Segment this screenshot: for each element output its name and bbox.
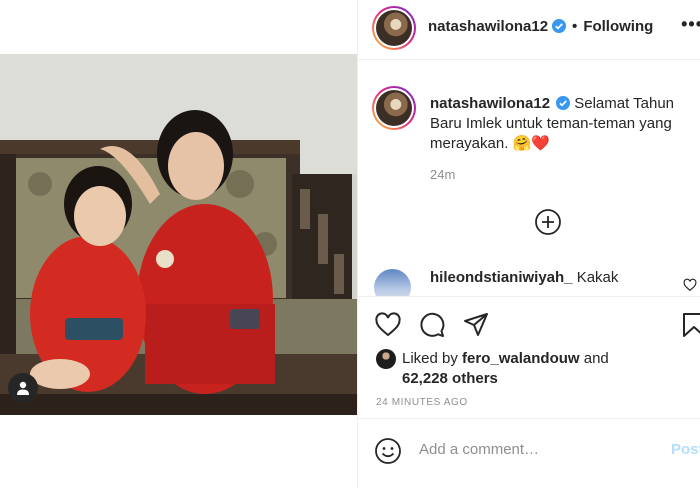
speech-bubble-icon[interactable] [418, 311, 446, 339]
user-tag-button[interactable] [8, 373, 38, 403]
side-panel-clip: natashawilona12 • Following ••• natashawil… [358, 0, 700, 488]
post-side-panel: natashawilona12 • Following ••• natashawil… [357, 0, 700, 488]
user-tag-icon [17, 381, 29, 395]
post-photo-image [0, 54, 357, 415]
author-line: natashawilona12 • Following [428, 18, 653, 35]
more-options-icon[interactable]: ••• [681, 14, 700, 35]
smiley-icon[interactable] [374, 437, 402, 465]
author-avatar[interactable] [372, 6, 416, 50]
comment-item: hileondstianiwiyah_ Kakak [358, 268, 700, 296]
plus-circle-icon[interactable] [534, 208, 562, 236]
likes-joiner: and [583, 350, 609, 367]
bookmark-icon[interactable] [680, 311, 700, 339]
comment-like-icon[interactable] [683, 278, 697, 292]
verified-badge-icon [552, 19, 567, 33]
comment-text-line: hileondstianiwiyah_ Kakak [430, 269, 618, 286]
caption-author-avatar[interactable] [372, 86, 416, 130]
post-comment-button[interactable]: Post [671, 441, 700, 458]
caption-age[interactable]: 24m [430, 167, 455, 182]
paper-plane-icon[interactable] [462, 311, 490, 339]
verified-badge-icon [556, 96, 571, 110]
likes-summary: Liked by fero_walandouw and 62,228 other… [402, 349, 609, 389]
likes-prefix: Liked by [402, 350, 458, 367]
likes-count[interactable]: 62,228 others [402, 370, 498, 387]
caption-text-block: natashawilona12 Selamat Tahun Baru Imlek… [430, 94, 695, 154]
post-timestamp[interactable]: 24 MINUTES AGO [376, 397, 468, 408]
comment-composer: Post [358, 418, 700, 488]
likes-user[interactable]: fero_walandouw [462, 350, 580, 367]
post-photo[interactable] [0, 54, 357, 415]
caption-emojis: 🤗❤️ [512, 135, 550, 152]
author-username[interactable]: natashawilona12 [428, 18, 548, 35]
post-media-pane [0, 0, 357, 488]
post-actions: Liked by fero_walandouw and 62,228 other… [358, 296, 700, 420]
heart-outline-icon[interactable] [374, 311, 402, 339]
liker-avatar[interactable] [376, 349, 396, 369]
commenter-avatar[interactable] [374, 269, 411, 296]
comment-input[interactable] [419, 441, 659, 458]
caption-username[interactable]: natashawilona12 [430, 95, 550, 112]
following-button[interactable]: Following [583, 18, 653, 35]
comment-body: Kakak [576, 269, 619, 286]
post-header: natashawilona12 • Following ••• [358, 0, 700, 60]
commenter-username[interactable]: hileondstianiwiyah_ [430, 269, 573, 286]
header-separator: • [572, 18, 578, 35]
